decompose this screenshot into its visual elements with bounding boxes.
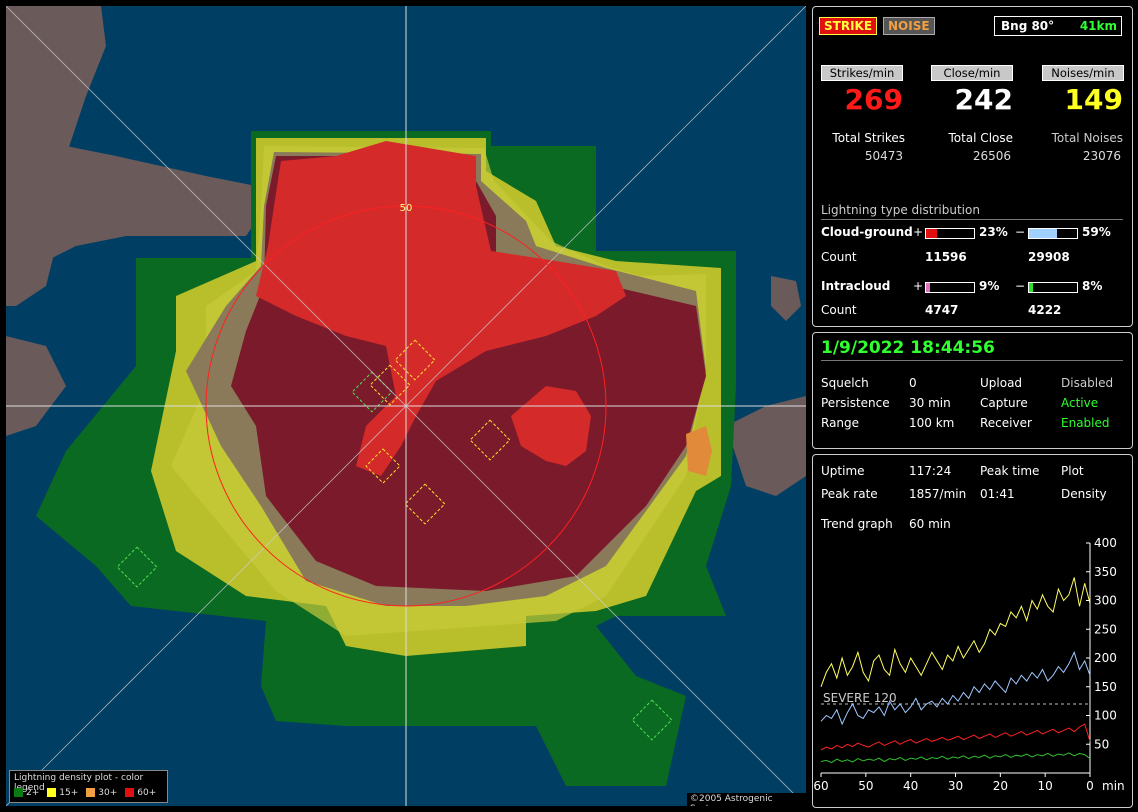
close-per-min-label: Close/min xyxy=(931,65,1013,81)
total-noises-label: Total Noises xyxy=(1051,131,1123,145)
x-unit-label: min xyxy=(1102,779,1125,793)
y-tick-label: 50 xyxy=(1094,737,1109,751)
land-east xyxy=(726,396,806,496)
noises-per-min-label: Noises/min xyxy=(1042,65,1124,81)
total-noises: 23076 xyxy=(1082,149,1121,163)
cg-negative-pct: 59% xyxy=(1082,225,1111,239)
strikes-per-min-label: Strikes/min xyxy=(821,65,903,81)
trend-series-2 xyxy=(820,723,1091,751)
x-tick-label: 30 xyxy=(948,779,963,793)
lightning-map[interactable]: 50 Lightning density plot - color legend… xyxy=(6,6,806,806)
trend-graph: 4003503002502001501005060 50 40 30 20 10 0 minS… xyxy=(813,536,1125,793)
close-per-min: 242 xyxy=(954,83,1013,116)
ic-positive-count: 4747 xyxy=(925,303,959,317)
upload-value: Disabled xyxy=(1061,376,1114,390)
cg-count-label: Count xyxy=(821,250,857,264)
strike-indicator: STRIKE xyxy=(819,17,878,35)
y-tick-label: 300 xyxy=(1094,594,1117,608)
x-tick-label: 60 xyxy=(813,779,828,793)
trend-series-0 xyxy=(820,577,1091,687)
y-tick-label: 250 xyxy=(1094,622,1117,636)
x-tick-label: 10 xyxy=(1038,779,1053,793)
x-tick-label: 40 xyxy=(903,779,918,793)
ic-negative-count: 4222 xyxy=(1028,303,1062,317)
distance: 41km xyxy=(1079,19,1117,33)
x-tick-label: 50 xyxy=(858,779,873,793)
range-label: Range xyxy=(821,416,860,430)
land-west-lower xyxy=(6,336,66,436)
cg-negative-bar xyxy=(1028,228,1078,239)
x-tick-label: 20 xyxy=(993,779,1008,793)
total-strikes: 50473 xyxy=(864,149,903,163)
intracloud-label: Intracloud xyxy=(821,279,891,293)
trend-series-1 xyxy=(820,650,1091,726)
noise-indicator: NOISE xyxy=(883,17,935,35)
y-tick-label: 100 xyxy=(1094,709,1117,723)
ic-negative-bar xyxy=(1028,282,1078,293)
copyright: ©2005 Astrogenic Systems xyxy=(687,793,806,806)
settings-panel: 1/9/2022 18:44:56 Squelch 0 Upload Disab… xyxy=(812,332,1133,449)
distribution-title: Lightning type distribution xyxy=(821,203,980,217)
squelch-value: 0 xyxy=(909,376,917,390)
upload-label: Upload xyxy=(980,376,1023,390)
capture-value: Active xyxy=(1061,396,1099,410)
severe-threshold-label: SEVERE 120 xyxy=(823,691,897,705)
rates-panel: STRIKE NOISE Bng 80° 41km Strikes/min Cl… xyxy=(812,6,1133,327)
legend-item-60: 60+ xyxy=(125,788,156,798)
range-value: 100 km xyxy=(909,416,955,430)
legend-item-30: 30+ xyxy=(86,788,117,798)
trend-series-3 xyxy=(820,752,1091,764)
cloud-ground-label: Cloud-ground xyxy=(821,225,913,239)
squelch-label: Squelch xyxy=(821,376,869,390)
cg-positive-count: 11596 xyxy=(925,250,967,264)
ic-negative-pct: 8% xyxy=(1082,279,1103,293)
receiver-value: Enabled xyxy=(1061,416,1110,430)
bearing: Bng 80° xyxy=(1001,19,1055,33)
persistence-label: Persistence xyxy=(821,396,890,410)
legend-item-2: 2+ xyxy=(14,788,39,798)
stats-panel: Uptime 117:24 Peak time Plot Peak rate 1… xyxy=(812,454,1133,808)
cg-positive-bar xyxy=(925,228,975,239)
land-northwest-peninsula xyxy=(6,116,266,266)
ic-count-label: Count xyxy=(821,303,857,317)
ic-positive-pct: 9% xyxy=(979,279,1000,293)
receiver-label: Receiver xyxy=(980,416,1032,430)
y-tick-label: 200 xyxy=(1094,651,1117,665)
total-strikes-label: Total Strikes xyxy=(832,131,905,145)
strikes-per-min: 269 xyxy=(844,83,903,116)
ic-positive-bar xyxy=(925,282,975,293)
bearing-box: Bng 80° 41km xyxy=(994,16,1122,36)
range-ring-label: 50 xyxy=(400,203,413,214)
color-legend: Lightning density plot - color legend 2+… xyxy=(9,770,168,803)
land-east-small xyxy=(771,276,801,321)
cg-positive-pct: 23% xyxy=(979,225,1008,239)
persistence-value: 30 min xyxy=(909,396,951,410)
datetime: 1/9/2022 18:44:56 xyxy=(821,338,995,358)
noises-per-min: 149 xyxy=(1064,83,1123,116)
total-close-label: Total Close xyxy=(948,131,1013,145)
y-tick-label: 400 xyxy=(1094,536,1117,550)
capture-label: Capture xyxy=(980,396,1028,410)
total-close: 26506 xyxy=(972,149,1011,163)
y-tick-label: 350 xyxy=(1094,565,1117,579)
x-tick-label: 0 xyxy=(1086,779,1094,793)
map-canvas: 50 xyxy=(6,6,806,806)
y-tick-label: 150 xyxy=(1094,680,1117,694)
cg-negative-count: 29908 xyxy=(1028,250,1070,264)
legend-item-15: 15+ xyxy=(47,788,78,798)
